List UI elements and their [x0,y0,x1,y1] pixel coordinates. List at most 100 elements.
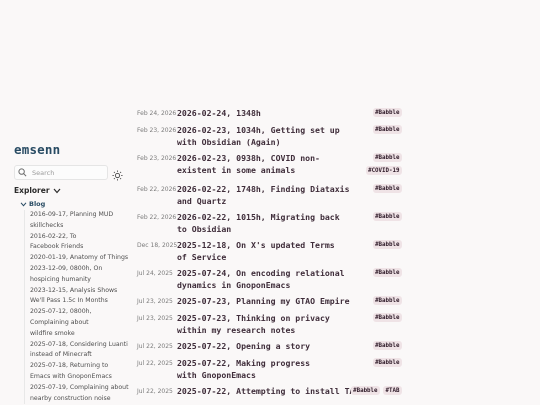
explorer-item[interactable]: Emacs with GnoponEmacs [30,372,130,383]
post-tags: #Babble [372,184,402,193]
tag-link[interactable]: #Babble [372,268,402,277]
post-item: Jul 22, 2025 2025-07-22, Making progress w… [137,358,407,386]
explorer-item[interactable]: 2016-02-22, To [30,232,130,243]
post-tags: #Babble [372,341,402,350]
tag-link[interactable]: #Babble [372,341,402,350]
post-title-link[interactable]: 2026-02-22, 1015h, Migrating back to Obsi… [177,212,340,240]
post-date: Feb 22, 2026 [137,185,177,193]
post-title-line: 2025-07-22, Opening a story [177,341,311,351]
post-tags: #Babble [372,313,402,322]
explorer-toggle[interactable]: Explorer [14,186,61,195]
tag-link[interactable]: #Babble [372,240,402,249]
tag-link[interactable]: #Babble [372,184,402,193]
tree-guide-line [24,210,25,405]
tag-link[interactable]: #COVID-19 [365,166,402,175]
explorer-item[interactable]: 2023-12-09, 0800h, On [30,264,130,275]
post-tags: #Babble #TAB [350,386,402,395]
post-item: Feb 22, 2026 2026-02-22, 1748h, Finding D… [137,184,407,212]
explorer-item[interactable]: instead of Minecraft [30,350,130,361]
post-title-line: 2026-02-22, 1015h, Migrating back [177,212,340,222]
explorer-item[interactable]: 2025-07-18, Considering Luanti [30,340,130,351]
post-title-link[interactable]: 2025-07-23, Thinking on privacy within my… [177,313,330,341]
post-title-link[interactable]: 2025-07-22, Opening a story [177,341,310,358]
chevron-down-icon [53,188,61,193]
explorer-item[interactable]: 2025-07-12, 0800h, [30,307,130,318]
folder-blog[interactable]: Blog [20,200,45,208]
post-title-line: 2025-07-22, Making progress [177,358,311,368]
post-date: Dec 18, 2025 [137,241,178,249]
post-title-line: 2025-12-18, On X's updated Terms [177,240,335,250]
post-date: Feb 22, 2026 [137,213,177,221]
tag-link[interactable]: #Babble [372,153,402,162]
post-title-link[interactable]: 2026-02-22, 1748h, Finding Diataxis and Q… [177,184,350,212]
post-title-line: 2026-02-24, 1348h [177,108,261,118]
explorer-item[interactable]: 2025-07-19, Complaining about [30,383,130,394]
explorer-item[interactable]: 2025-07-18, Returning to [30,361,130,372]
post-date: Feb 23, 2026 [137,154,177,162]
post-title-link[interactable]: 2026-02-24, 1348h [177,108,261,125]
post-item: Feb 23, 2026 2026-02-23, 0938h, COVID non… [137,153,407,184]
post-title-line: 2025-07-23, Thinking on privacy [177,313,330,323]
post-title-line: 2025-07-23, Planning my GTAO Empire [177,296,350,306]
post-title-link[interactable]: 2026-02-23, 0938h, COVID non-existent in… [177,153,320,184]
post-date: Feb 24, 2026 [137,109,177,117]
explorer-item[interactable]: skillchecks [30,221,130,232]
post-item: Jul 24, 2025 2025-07-24, On encoding rela… [137,268,407,296]
post-title-line: to Obsidian [177,223,232,234]
post-date: Jul 22, 2025 [137,342,173,350]
explorer-item[interactable]: hospicing humanity [30,275,130,286]
folder-label: Blog [29,200,46,208]
tag-link[interactable]: #Babble [372,296,402,305]
post-title-line: existent in some animals [177,164,296,175]
post-item: Jul 23, 2025 2025-07-23, Planning my GTAO… [137,296,407,313]
search-icon [18,168,28,178]
post-date: Feb 23, 2026 [137,126,177,134]
post-title-link[interactable]: 2025-07-22, Making progress with GnoponEm… [177,358,310,386]
post-list: Feb 24, 2026 2026-02-24, 1348h #Babble Feb … [137,108,407,403]
search-placeholder: Search [32,168,55,177]
explorer-tree: 2016-09-17, Planning MUD skillchecks 2016-… [24,210,130,405]
explorer-item[interactable]: 2023-12-15, Analysis Shows [30,286,130,297]
tag-link[interactable]: #Babble [372,212,402,221]
post-tags: #Babble [372,212,402,221]
explorer-item[interactable]: Complaining about [30,318,130,329]
explorer-item[interactable]: nearby construction noise [30,394,130,405]
post-tags: #Babble [372,125,402,134]
post-title-link[interactable]: 2025-07-23, Planning my GTAO Empire [177,296,350,313]
post-item: Feb 23, 2026 2026-02-23, 1034h, Getting s… [137,125,407,153]
post-title-line: 2025-07-22, Attempting to install TAB [177,386,360,396]
post-date: Jul 22, 2025 [137,387,173,395]
post-title-line: 2026-02-22, 1748h, Finding Diataxis [177,184,350,194]
post-tags: #Babble [372,358,402,367]
post-item: Feb 22, 2026 2026-02-22, 1015h, Migrating… [137,212,407,240]
post-title-line: and Quartz [177,195,227,206]
tag-link[interactable]: #Babble [372,358,402,367]
tag-link[interactable]: #TAB [383,386,402,395]
explorer-item[interactable]: 2016-09-17, Planning MUD [30,210,130,221]
post-tags: #Babble [372,268,402,277]
post-title-line: 2026-02-23, 1034h, Getting set up [177,125,340,135]
post-title-link[interactable]: 2025-07-24, On encoding relational dynami… [177,268,345,296]
post-title-link[interactable]: 2026-02-23, 1034h, Getting set up with Ob… [177,125,340,153]
site-title[interactable]: emsenn [14,142,60,157]
tag-link[interactable]: #Babble [372,108,402,117]
post-date: Jul 24, 2025 [137,269,173,277]
post-title-link[interactable]: 2025-12-18, On X's updated Terms of Servi… [177,240,335,268]
post-title-line: within my research notes [177,324,296,335]
post-item: Jul 22, 2025 2025-07-22, Attempting to in… [137,386,407,403]
post-title-line: 2026-02-23, 0938h, COVID non- [177,153,320,163]
sun-icon[interactable] [112,166,123,181]
explorer-item[interactable]: wildfire smoke [30,329,130,340]
tag-link[interactable]: #Babble [350,386,381,395]
explorer-item[interactable]: We'll Pass 1.5c In Months [30,296,130,307]
post-item: Dec 18, 2025 2025-12-18, On X's updated T… [137,240,407,268]
post-title-link[interactable]: 2025-07-22, Attempting to install TAB [177,386,359,403]
explorer-item[interactable]: 2020-01-19, Anatomy of Things [30,253,130,264]
explorer-item[interactable]: Facebook Friends [30,242,130,253]
post-title-line: with Obsidian (Again) [177,136,281,147]
tag-link[interactable]: #Babble [372,313,402,322]
search-input[interactable]: Search [14,165,108,180]
explorer-title: Explorer [14,186,50,195]
post-item: Jul 22, 2025 2025-07-22, Opening a story #… [137,341,407,358]
tag-link[interactable]: #Babble [372,125,402,134]
